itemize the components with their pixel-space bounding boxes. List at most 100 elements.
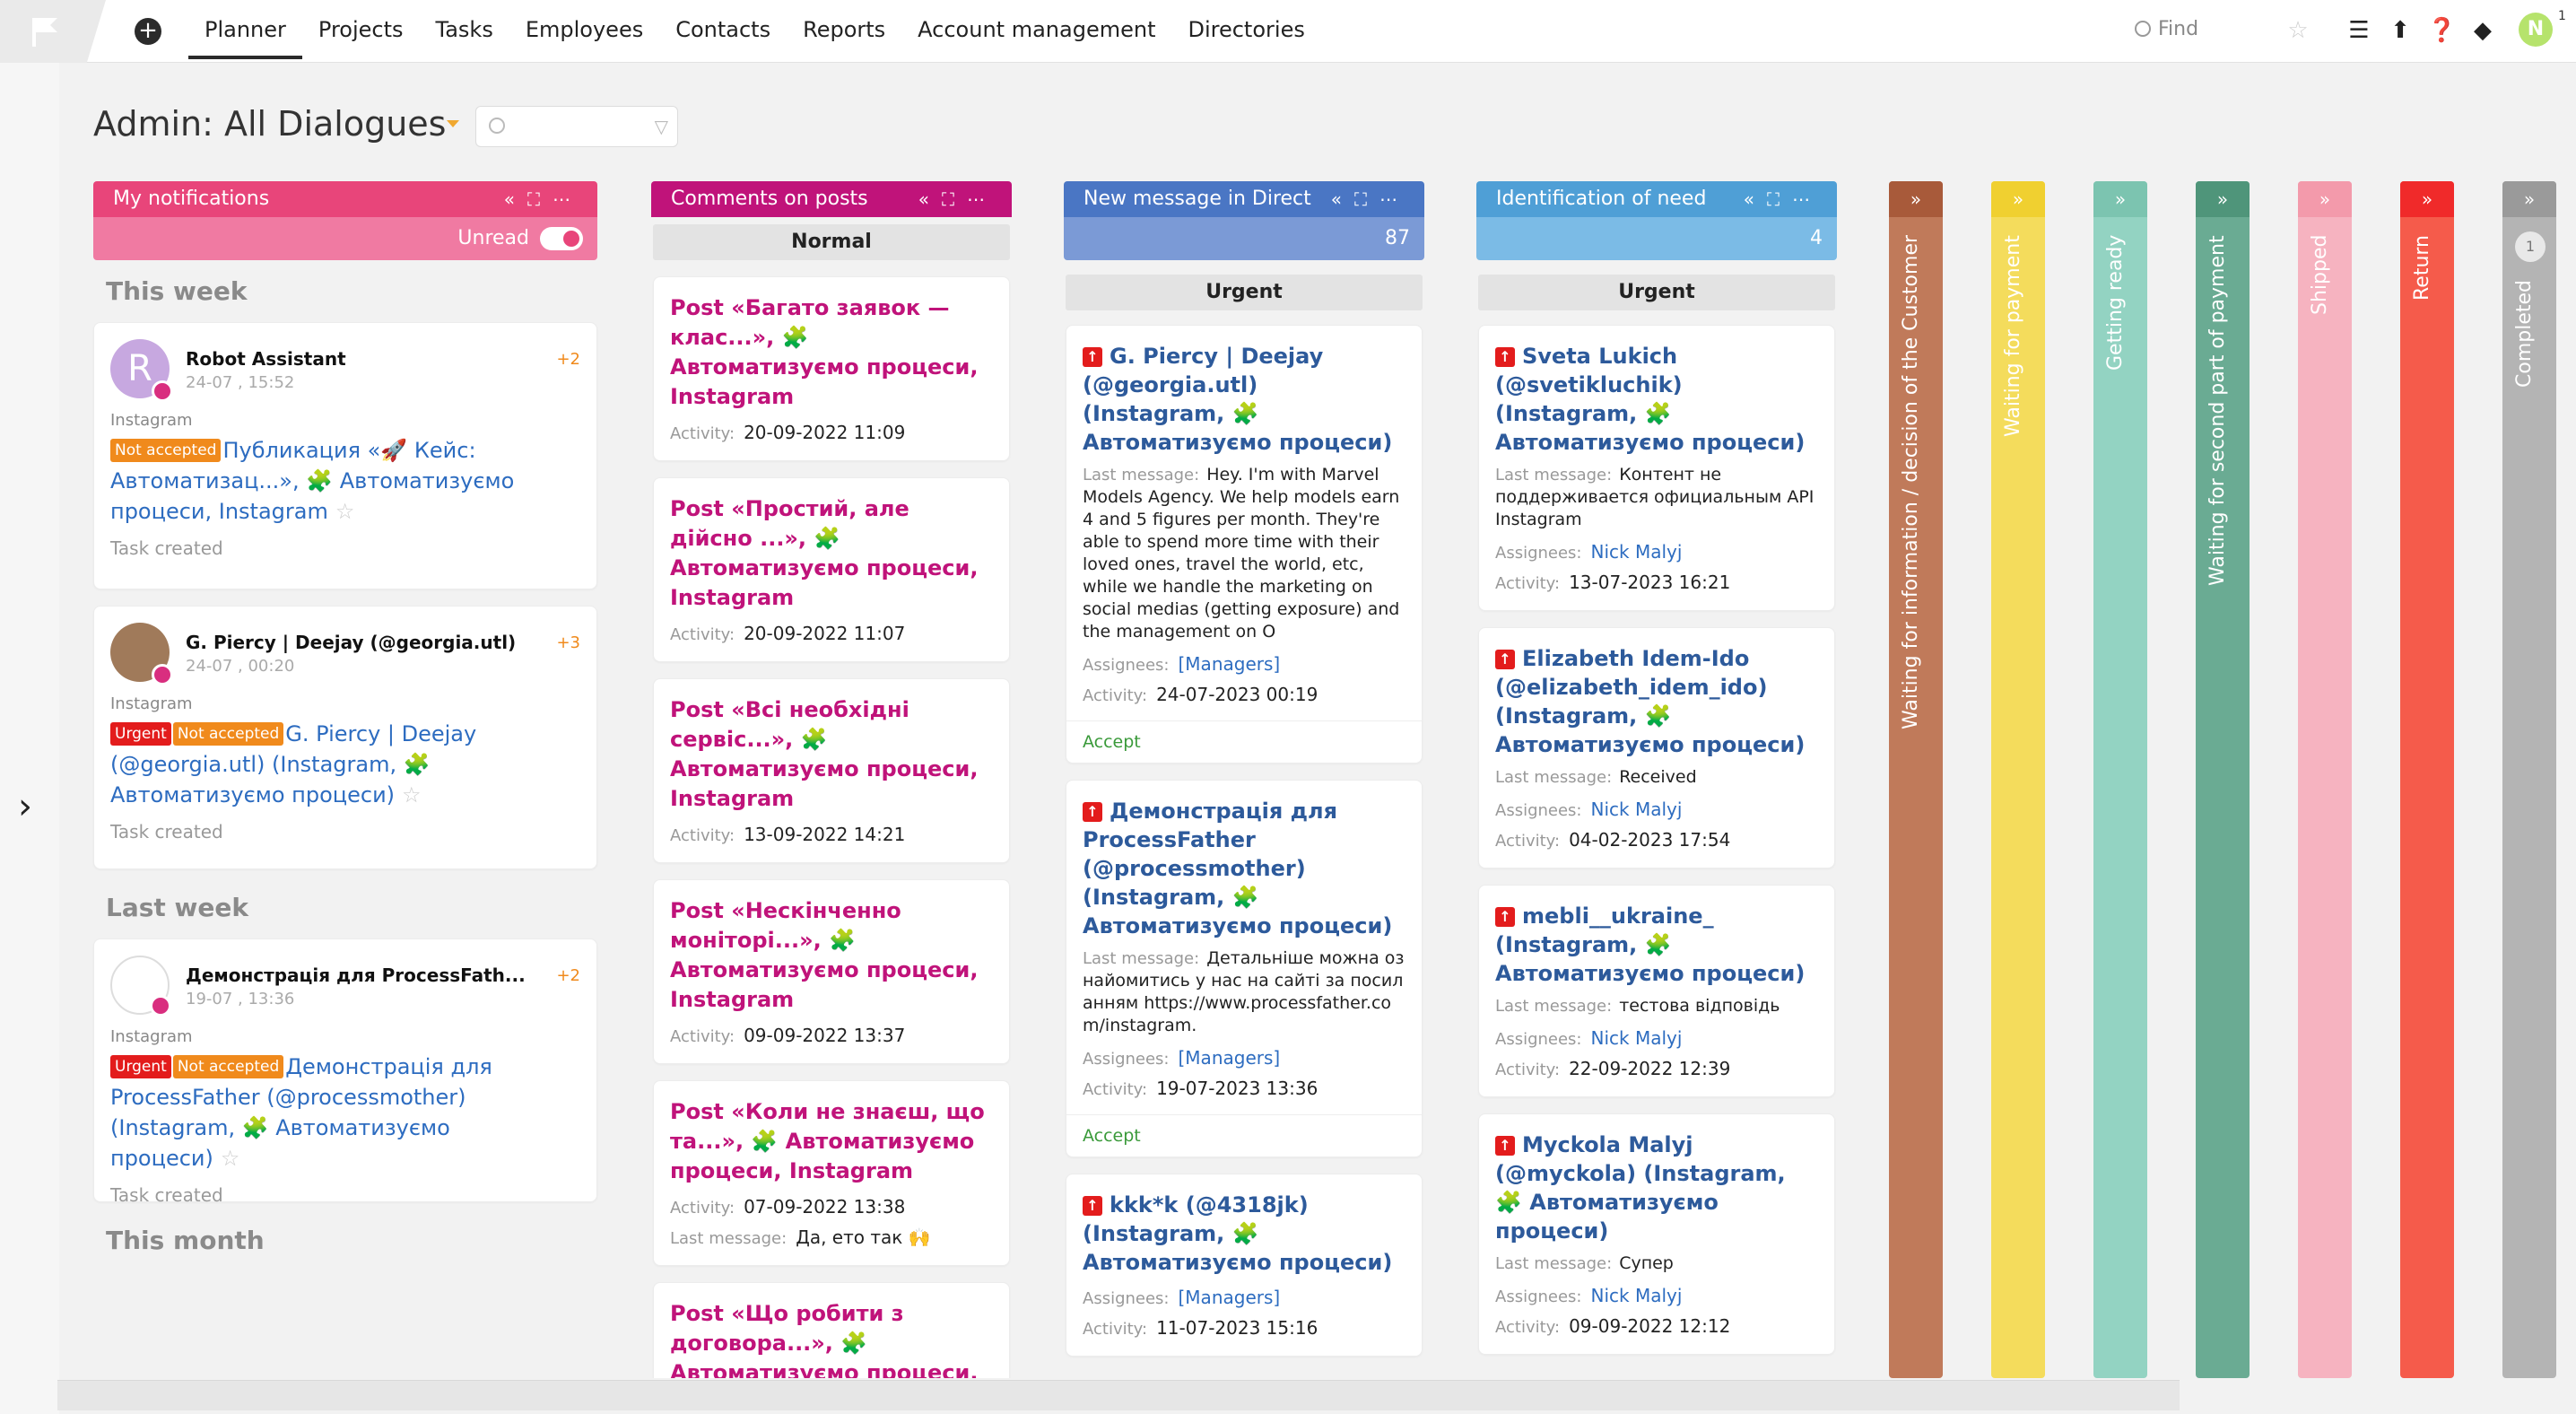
collapsed-column-waiting-info[interactable]: » Waiting for information / decision of … (1889, 181, 1943, 1378)
priority-up-icon: ↑ (1495, 907, 1515, 927)
notification-date: 24-07 , 15:52 (186, 373, 295, 392)
assignees-link[interactable]: Nick Malyj (1591, 541, 1683, 563)
unread-label: Unread (457, 227, 529, 249)
activity-value: 22-09-2022 12:39 (1569, 1058, 1731, 1079)
dialogue-card[interactable]: ↑ Sveta Lukich (@svetikluchik) (Instagram… (1478, 325, 1835, 611)
menu-lines-icon[interactable]: ☰ (2345, 16, 2373, 45)
nav-contacts[interactable]: Contacts (659, 0, 787, 63)
board-search-input[interactable]: ▽ (475, 106, 678, 147)
star-icon[interactable]: ☆ (402, 782, 422, 807)
filter-icon[interactable]: ▽ (655, 116, 668, 137)
status-badge: Not accepted (172, 1055, 284, 1078)
notification-card[interactable]: R Robot Assistant 24-07 , 15:52 +2 Insta… (93, 322, 597, 589)
post-title[interactable]: Post «Що робити з договора...», 🧩 Автома… (670, 1299, 993, 1378)
expand-icon[interactable]: » (1991, 181, 2045, 217)
nav-reports[interactable]: Reports (787, 0, 901, 63)
expand-icon[interactable]: » (2093, 181, 2147, 217)
unread-toggle[interactable] (540, 227, 583, 250)
column-title: Waiting for second part of payment (2206, 235, 2229, 586)
dialogue-card[interactable]: ↑ Myckola Malyj (@myckola) (Instagram, 🧩 … (1478, 1113, 1835, 1355)
post-title[interactable]: Post «Всі необхідні сервіс...», 🧩 Автома… (670, 695, 993, 814)
expand-icon[interactable]: » (2400, 181, 2454, 217)
assignees-link[interactable]: [Managers] (1179, 653, 1281, 675)
layers-icon[interactable]: ◆ (2468, 16, 2497, 45)
nav-planner[interactable]: Planner (188, 0, 302, 63)
post-card[interactable]: Post «Що робити з договора...», 🧩 Автома… (653, 1282, 1010, 1378)
expand-icon[interactable]: » (2502, 181, 2556, 217)
column-tools[interactable]: «⛶⋯ (918, 181, 997, 217)
expand-icon[interactable]: » (2298, 181, 2352, 217)
column-title: Return (2411, 235, 2433, 301)
collapsed-column-completed[interactable]: » 1 Completed (2502, 181, 2556, 1378)
post-card[interactable]: Post «Всі необхідні сервіс...», 🧩 Автома… (653, 678, 1010, 863)
post-title[interactable]: Post «Коли не знаєш, що та...», 🧩 Автома… (670, 1097, 993, 1186)
rocket-icon[interactable]: ⬆ (2386, 16, 2415, 45)
assignees-link[interactable]: [Managers] (1179, 1287, 1281, 1308)
help-icon[interactable]: ❓ (2427, 16, 2456, 45)
collapsed-column-waiting-payment[interactable]: » Waiting for payment (1991, 181, 2045, 1378)
nav-projects[interactable]: Projects (302, 0, 420, 63)
collapsed-column-waiting-second-payment[interactable]: » Waiting for second part of payment (2196, 181, 2250, 1378)
post-card[interactable]: Post «Нескінченно моніторі...», 🧩 Автома… (653, 879, 1010, 1064)
status-badge: Not accepted (110, 439, 222, 462)
favorite-star-icon[interactable]: ☆ (2284, 16, 2312, 45)
post-title[interactable]: Post «Простий, але дійсно ...», 🧩 Автома… (670, 494, 993, 613)
column-tools[interactable]: «⛶⋯ (1744, 181, 1823, 217)
activity-value: 19-07-2023 13:36 (1156, 1078, 1318, 1099)
column-tools[interactable]: «⛶⋯ (504, 181, 583, 217)
horizontal-scrollbar[interactable] (57, 1380, 2180, 1410)
post-card[interactable]: Post «Коли не знаєш, що та...», 🧩 Автома… (653, 1080, 1010, 1266)
nav-account-management[interactable]: Account management (901, 0, 1171, 63)
dialogue-title[interactable]: ↑ kkk*k (@4318jk) (Instagram, 🧩 Автоматиз… (1083, 1191, 1405, 1277)
find-label: Find (2158, 18, 2199, 40)
dialogue-card[interactable]: ↑ Демонстрація для ProcessFather (@proces… (1066, 780, 1423, 1157)
priority-up-icon: ↑ (1083, 347, 1102, 367)
star-icon[interactable]: ☆ (221, 1146, 240, 1171)
dialogue-title[interactable]: ↑ Демонстрація для ProcessFather (@proces… (1083, 797, 1405, 940)
column-title: Comments on posts (671, 188, 868, 210)
column-tools[interactable]: «⛶⋯ (1331, 181, 1410, 217)
expand-icon[interactable]: » (1889, 181, 1943, 217)
post-title[interactable]: Post «Багато заявок — клас...», 🧩 Автома… (670, 293, 993, 412)
post-title[interactable]: Post «Нескінченно моніторі...», 🧩 Автома… (670, 896, 993, 1015)
collapsed-column-getting-ready[interactable]: » Getting ready (2093, 181, 2147, 1378)
assignees-link[interactable]: [Managers] (1179, 1047, 1281, 1069)
collapsed-column-shipped[interactable]: » Shipped (2298, 181, 2352, 1378)
accept-button[interactable]: Accept (1066, 720, 1422, 763)
dialogue-title[interactable]: ↑ G. Piercy | Deejay (@georgia.utl) (Inst… (1083, 342, 1405, 457)
nav-employees[interactable]: Employees (509, 0, 659, 63)
chevron-right-icon[interactable]: › (18, 786, 32, 827)
dialogue-title[interactable]: ↑ Sveta Lukich (@svetikluchik) (Instagram… (1495, 342, 1818, 457)
dialogue-card[interactable]: ↑ kkk*k (@4318jk) (Instagram, 🧩 Автоматиз… (1066, 1174, 1423, 1357)
nav-tasks[interactable]: Tasks (420, 0, 509, 63)
activity-label: Activity: (1495, 1060, 1561, 1079)
app-logo[interactable] (0, 0, 106, 63)
assignees-link[interactable]: Nick Malyj (1591, 1027, 1683, 1049)
activity-label: Activity: (1083, 1080, 1148, 1099)
assignees-link[interactable]: Nick Malyj (1591, 1285, 1683, 1306)
post-card[interactable]: Post «Багато заявок — клас...», 🧩 Автома… (653, 276, 1010, 461)
dialogue-card[interactable]: ↑ mebli__ukraine_ (Instagram, 🧩 Автоматиз… (1478, 885, 1835, 1097)
create-new-button[interactable]: + (135, 18, 161, 45)
expand-icon[interactable]: » (2196, 181, 2250, 217)
dialogue-title[interactable]: ↑ Myckola Malyj (@myckola) (Instagram, 🧩 … (1495, 1130, 1818, 1245)
page-title[interactable]: Admin: All Dialogues (93, 104, 446, 144)
dialogue-card[interactable]: ↑ G. Piercy | Deejay (@georgia.utl) (Inst… (1066, 325, 1423, 764)
dialogue-card[interactable]: ↑ Elizabeth Idem-Ido (@elizabeth_idem_ido… (1478, 627, 1835, 868)
dialogue-title[interactable]: ↑ Elizabeth Idem-Ido (@elizabeth_idem_ido… (1495, 644, 1818, 759)
notification-card[interactable]: Демонстрація для ProcessFath... 19-07 , … (93, 938, 597, 1206)
dialogue-title[interactable]: ↑ mebli__ukraine_ (Instagram, 🧩 Автоматиз… (1495, 902, 1818, 988)
post-card[interactable]: Post «Простий, але дійсно ...», 🧩 Автома… (653, 477, 1010, 662)
user-avatar[interactable]: N (2519, 13, 2553, 47)
star-icon[interactable]: ☆ (335, 499, 355, 524)
last-message-label: Last message: (1495, 466, 1613, 484)
global-search[interactable]: Find (2135, 18, 2198, 40)
collapsed-column-return[interactable]: » Return (2400, 181, 2454, 1378)
accept-button[interactable]: Accept (1066, 1114, 1422, 1157)
nav-directories[interactable]: Directories (1171, 0, 1320, 63)
assignees-label: Assignees: (1083, 1050, 1170, 1069)
chevron-down-icon[interactable] (447, 120, 459, 127)
priority-up-icon: ↑ (1495, 347, 1515, 367)
assignees-link[interactable]: Nick Malyj (1591, 799, 1683, 820)
notification-card[interactable]: G. Piercy | Deejay (@georgia.utl) 24-07 … (93, 606, 597, 869)
